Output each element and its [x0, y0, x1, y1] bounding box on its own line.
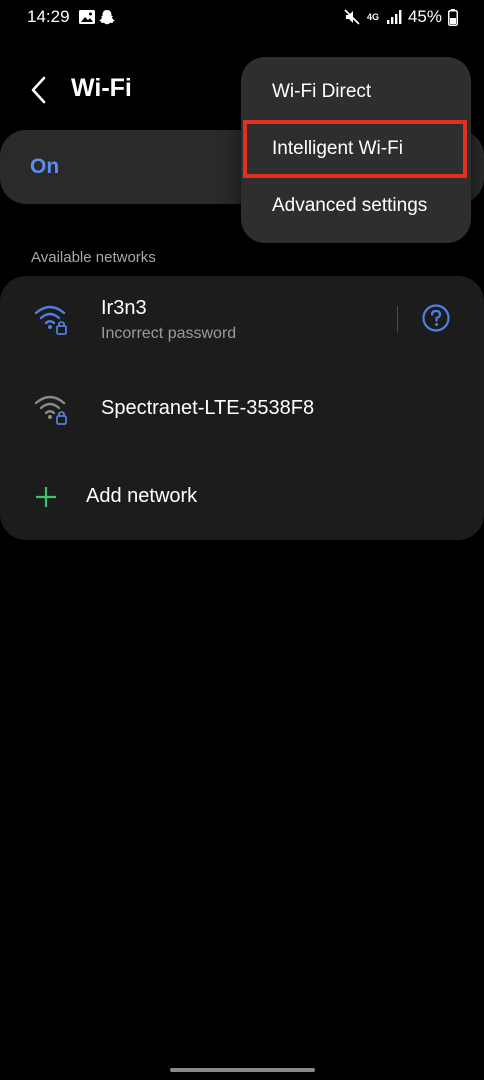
- page-title: Wi-Fi: [71, 74, 132, 102]
- wifi-lock-icon: [34, 305, 67, 335]
- menu-item-label: Wi-Fi Direct: [272, 81, 372, 102]
- network-status: Incorrect password: [101, 325, 237, 342]
- network-name: Spectranet-LTE-3538F8: [101, 397, 315, 419]
- available-networks-header: Available networks: [31, 249, 156, 266]
- help-icon[interactable]: [421, 303, 451, 333]
- back-button[interactable]: [24, 72, 56, 108]
- network-row-spectranet[interactable]: Spectranet-LTE-3538F8: [0, 364, 484, 454]
- signal-icon: [386, 10, 402, 24]
- network-name: Ir3n3: [101, 297, 147, 319]
- wifi-toggle-label: On: [30, 155, 60, 178]
- network-row-ir3n3[interactable]: Ir3n3 Incorrect password: [0, 276, 484, 364]
- mute-icon: [344, 9, 360, 25]
- status-bar: 14:29 4G 45%: [0, 0, 484, 36]
- snapchat-icon: [99, 10, 115, 25]
- add-network-button[interactable]: Add network: [86, 485, 197, 508]
- battery-percent: 45%: [407, 7, 442, 26]
- navigation-handle[interactable]: [170, 1068, 315, 1072]
- status-time: 14:29: [27, 7, 70, 26]
- gallery-icon: [79, 10, 95, 24]
- add-icon: [36, 487, 56, 507]
- lte-4g-icon: 4G: [366, 11, 379, 22]
- row-divider: [397, 306, 398, 332]
- wifi-lock-icon: [34, 395, 67, 425]
- menu-item-label: Advanced settings: [272, 195, 428, 216]
- networks-list: Ir3n3 Incorrect password Spectranet-LTE-…: [0, 276, 484, 540]
- battery-icon: [448, 8, 458, 26]
- highlight-box: [243, 120, 467, 178]
- status-right-group: 4G 45%: [344, 6, 458, 28]
- menu-item-wifi-direct[interactable]: Wi-Fi Direct: [241, 67, 471, 119]
- menu-item-advanced-settings[interactable]: Advanced settings: [241, 181, 471, 233]
